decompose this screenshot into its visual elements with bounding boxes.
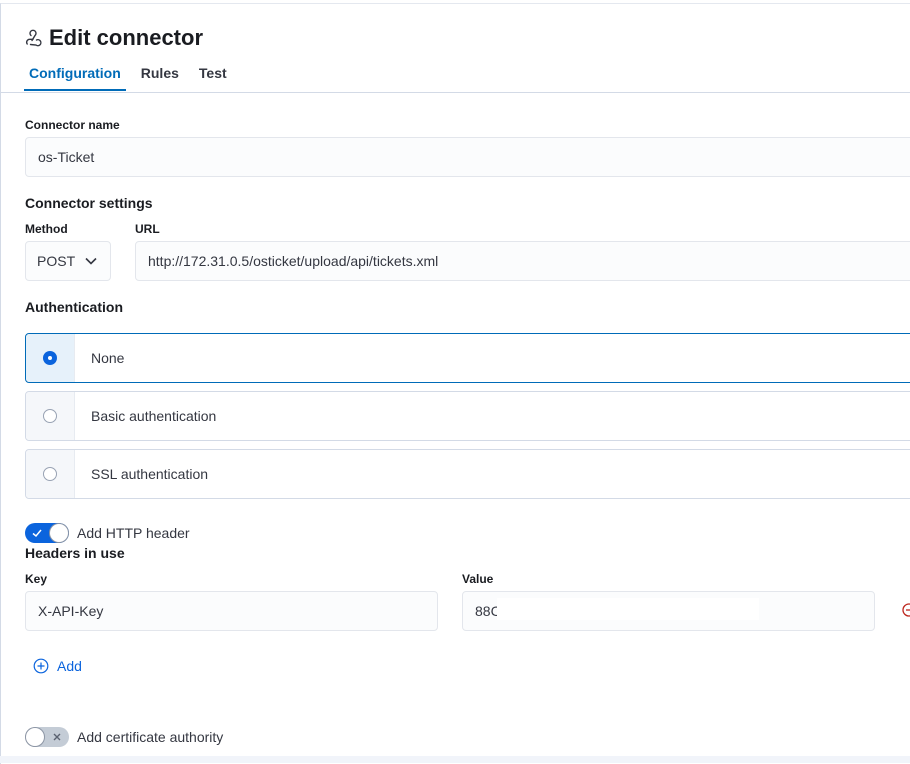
authentication-title: Authentication [25, 299, 123, 315]
remove-header-icon[interactable] [902, 603, 910, 617]
radio-ssl[interactable] [43, 467, 57, 481]
add-header-label: Add [57, 658, 82, 674]
check-icon [32, 529, 42, 538]
edit-connector-flyout [0, 3, 910, 764]
header-value-label: Value [462, 572, 494, 586]
auth-option-basic[interactable]: Basic authentication [25, 391, 910, 441]
tab-rules[interactable]: Rules [136, 59, 184, 91]
method-select[interactable]: POST [25, 241, 111, 281]
header-key-label: Key [25, 572, 48, 586]
page-title: Edit connector [49, 25, 204, 50]
radio-cell [26, 334, 75, 382]
certificate-authority-switch-label: Add certificate authority [77, 729, 224, 745]
flyout-header: Edit connector [24, 25, 203, 51]
tab-test[interactable]: Test [194, 59, 232, 91]
plus-in-circle-icon [33, 658, 49, 674]
auth-option-label: None [91, 350, 125, 366]
connector-name-input[interactable] [26, 149, 910, 165]
add-header-button[interactable]: Add [33, 658, 82, 674]
radio-basic[interactable] [43, 409, 57, 423]
cross-icon [53, 733, 61, 741]
connector-settings-title: Connector settings [25, 195, 153, 211]
radio-none[interactable] [43, 351, 57, 365]
url-input[interactable] [136, 253, 910, 269]
radio-cell [26, 450, 75, 498]
auth-option-none[interactable]: None [25, 333, 910, 383]
chevron-down-icon [85, 257, 97, 265]
header-key-input[interactable] [26, 603, 437, 619]
auth-option-label: Basic authentication [91, 408, 217, 424]
connector-name-field[interactable] [25, 137, 910, 177]
tab-bar: Configuration Rules Test [24, 59, 242, 91]
footer-bar [0, 756, 910, 763]
redaction-mask [497, 598, 759, 620]
tabs-divider [0, 92, 910, 93]
headers-in-use-title: Headers in use [25, 545, 125, 561]
tab-configuration[interactable]: Configuration [24, 59, 126, 91]
switch-knob [50, 524, 68, 542]
http-header-switch-label: Add HTTP header [77, 525, 190, 541]
auth-option-label: SSL authentication [91, 466, 209, 482]
url-label: URL [135, 222, 160, 236]
url-field[interactable] [135, 241, 910, 281]
connector-name-label: Connector name [25, 118, 120, 132]
method-label: Method [25, 222, 68, 236]
certificate-authority-switch[interactable] [25, 727, 69, 747]
switch-knob [26, 728, 44, 746]
http-header-switch[interactable] [25, 523, 69, 543]
radio-cell [26, 392, 75, 440]
method-value: POST [37, 253, 76, 269]
header-key-field[interactable] [25, 591, 438, 631]
webhook-icon [26, 29, 42, 47]
auth-option-ssl[interactable]: SSL authentication [25, 449, 910, 499]
